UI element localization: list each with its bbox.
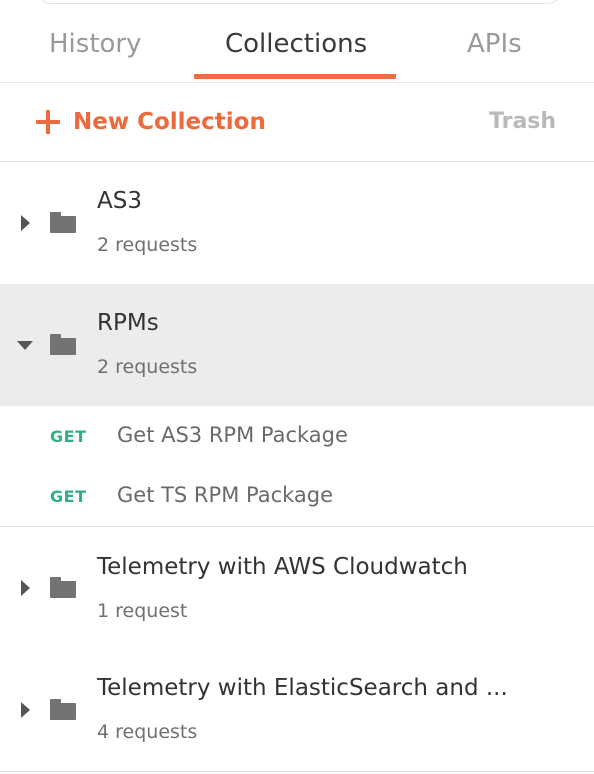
collection-name: Telemetry with ElasticSearch and ...	[97, 675, 508, 701]
tab-collections[interactable]: Collections	[225, 26, 367, 62]
collection-item-telemetry-elasticsearch[interactable]: Telemetry with ElasticSearch and ... 4 r…	[0, 649, 594, 772]
plus-icon	[36, 110, 60, 134]
http-method-badge: GET	[50, 487, 87, 506]
new-collection-label: New Collection	[73, 109, 266, 135]
collection-item-telemetry-aws[interactable]: Telemetry with AWS Cloudwatch 1 request	[0, 527, 594, 650]
tab-apis[interactable]: APIs	[467, 26, 522, 62]
folder-icon	[50, 212, 76, 233]
collections-sidebar: History Collections APIs New Collection …	[0, 0, 594, 774]
collection-item-rpms[interactable]: RPMs 2 requests	[0, 284, 594, 406]
collection-name: AS3	[97, 188, 142, 214]
caret-right-icon[interactable]	[21, 580, 30, 596]
collections-toolbar: New Collection Trash	[0, 83, 594, 162]
caret-down-icon[interactable]	[17, 341, 33, 350]
folder-icon	[50, 334, 76, 355]
collection-request-count: 4 requests	[97, 721, 198, 743]
http-method-badge: GET	[50, 427, 87, 446]
collection-request-count: 2 requests	[97, 234, 198, 256]
request-item[interactable]: GET Get TS RPM Package	[0, 467, 594, 527]
collection-name: RPMs	[97, 310, 159, 336]
new-collection-button[interactable]: New Collection	[36, 107, 266, 137]
trash-button[interactable]: Trash	[489, 109, 556, 134]
tab-history[interactable]: History	[49, 26, 142, 62]
tab-bar: History Collections APIs	[0, 0, 594, 83]
collection-request-count: 1 request	[97, 600, 188, 622]
caret-right-icon[interactable]	[21, 702, 30, 718]
active-tab-indicator	[194, 74, 396, 79]
request-name: Get TS RPM Package	[117, 483, 334, 507]
request-name: Get AS3 RPM Package	[117, 423, 348, 447]
caret-right-icon[interactable]	[21, 215, 30, 231]
collection-request-count: 2 requests	[97, 356, 198, 378]
request-item[interactable]: GET Get AS3 RPM Package	[0, 407, 594, 467]
collection-name: Telemetry with AWS Cloudwatch	[97, 554, 468, 580]
collection-item-as3[interactable]: AS3 2 requests	[0, 162, 594, 285]
folder-icon	[50, 577, 76, 598]
folder-icon	[50, 699, 76, 720]
